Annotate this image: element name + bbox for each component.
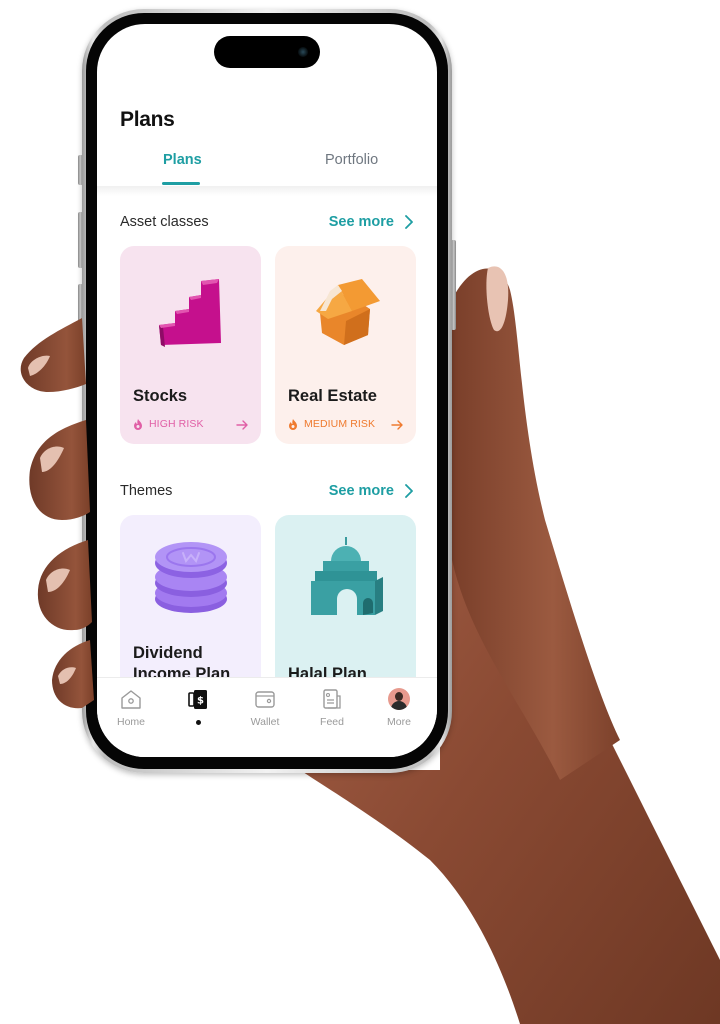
phone-bezel: Plans Plans Portfolio Asset classes See … [86, 13, 448, 769]
tab-bar: Plans Portfolio [97, 148, 437, 186]
section-header-asset-classes: Asset classes See more [120, 214, 414, 236]
nav-more[interactable]: More [371, 688, 427, 728]
card-title: Stocks [133, 387, 188, 405]
risk-label: HIGH RISK [149, 418, 204, 430]
nav-feed[interactable]: Feed [304, 688, 360, 728]
chevron-right-icon [405, 215, 413, 229]
see-more-label: See more [328, 483, 394, 499]
stairs-3d-icon [120, 246, 261, 376]
flame-icon [134, 418, 142, 430]
nav-wallet[interactable]: Wallet [237, 688, 293, 728]
page-title: Plans [120, 108, 175, 131]
phone-frame: Plans Plans Portfolio Asset classes See … [82, 9, 452, 773]
nav-label: More [387, 716, 411, 728]
home-icon [121, 690, 141, 709]
phone-screen: Plans Plans Portfolio Asset classes See … [97, 24, 437, 757]
active-tab-indicator [162, 182, 200, 185]
tab-portfolio[interactable]: Portfolio [325, 152, 378, 168]
dynamic-island [214, 36, 320, 68]
risk-badge: MEDIUM RISK [288, 418, 375, 430]
risk-badge: HIGH RISK [133, 418, 204, 430]
house-3d-icon [275, 246, 416, 376]
see-more-label: See more [328, 214, 394, 230]
nav-plans[interactable]: $ [170, 688, 226, 725]
bottom-navigation: Home $ Wallet Feed More [97, 677, 437, 757]
section-title: Themes [120, 483, 173, 499]
wallet-icon [255, 691, 275, 708]
card-stocks[interactable]: Stocks HIGH RISK [120, 246, 261, 444]
feed-icon [323, 689, 341, 709]
see-more-asset-classes-button[interactable]: See more [329, 214, 414, 230]
plans-icon: $ [188, 690, 207, 709]
see-more-themes-button[interactable]: See more [329, 483, 414, 499]
card-title-line1: Dividend [133, 644, 203, 662]
coins-3d-icon [120, 515, 261, 640]
chevron-right-icon [405, 484, 413, 498]
svg-text:$: $ [197, 696, 204, 707]
card-real-estate[interactable]: Real Estate MEDIUM RISK [275, 246, 416, 444]
arrow-right-icon[interactable] [236, 420, 249, 430]
active-nav-indicator [195, 720, 201, 725]
risk-label: MEDIUM RISK [304, 418, 376, 430]
section-header-themes: Themes See more [120, 483, 414, 505]
card-title: Real Estate [288, 387, 377, 405]
nav-label: Home [116, 716, 145, 728]
arrow-right-icon[interactable] [391, 420, 404, 430]
front-camera-icon [298, 47, 308, 57]
tab-plans[interactable]: Plans [163, 152, 202, 168]
nav-home[interactable]: Home [103, 688, 159, 728]
flame-icon [289, 418, 297, 430]
tabs-divider [97, 186, 437, 196]
nav-label: Feed [320, 716, 344, 728]
nav-label: Wallet [250, 716, 280, 728]
section-title: Asset classes [120, 214, 209, 230]
mosque-3d-icon [275, 515, 416, 640]
avatar [388, 688, 410, 710]
